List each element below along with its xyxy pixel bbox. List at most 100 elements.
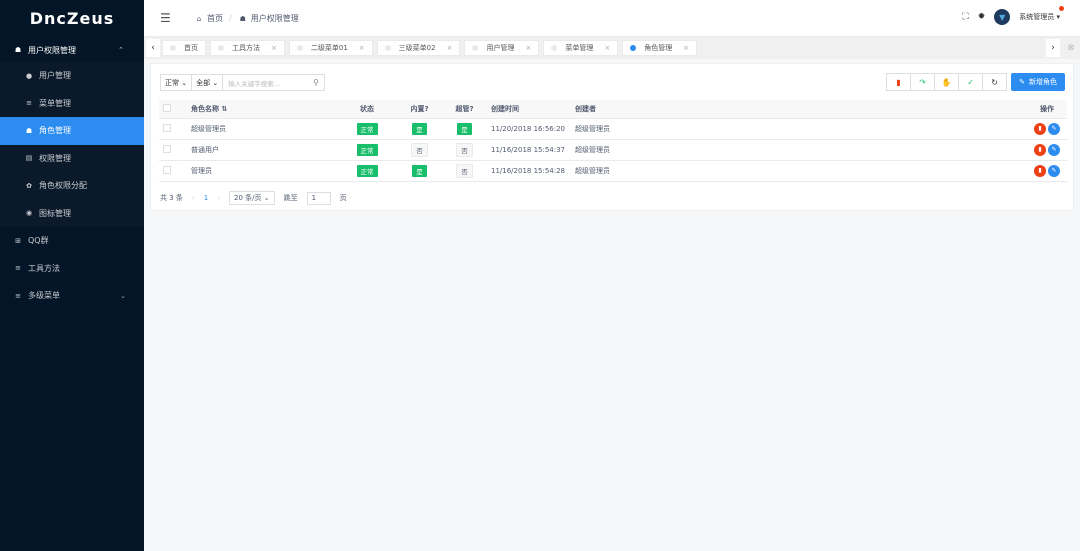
sidebar-item-multilevel[interactable]: ≡ 多级菜单 ⌄ <box>0 282 144 310</box>
breadcrumb-home[interactable]: 首页 <box>207 13 223 24</box>
sidebar-item-user-manage[interactable]: ● 用户管理 <box>0 62 144 90</box>
close-icon[interactable]: × <box>525 44 531 52</box>
tabs-prev-button[interactable]: ‹ <box>146 39 160 57</box>
tab-label: 用户管理 <box>486 44 515 52</box>
tab-role-manage[interactable]: 角色管理 × <box>622 40 698 56</box>
trash-icon: ▮ <box>896 77 901 87</box>
notification-dot <box>1059 6 1064 11</box>
status-badge: 正常 <box>356 164 378 177</box>
col-name[interactable]: 角色名称 ⇅ <box>187 100 337 119</box>
close-icon[interactable]: × <box>604 44 610 52</box>
row-delete-icon[interactable]: ▮ <box>1034 122 1046 135</box>
cell-created: 11/16/2018 15:54:37 <box>487 139 571 161</box>
select-all-checkbox[interactable] <box>163 103 171 112</box>
tab-level2-01[interactable]: 二级菜单01 × <box>288 40 373 56</box>
col-status: 状态 <box>337 100 397 119</box>
col-ops: 操作 <box>1027 100 1067 119</box>
sidebar: DncZeus ☗ 用户权限管理 ⌃ ● 用户管理 ≡ 菜单管理 ☗ 角色管理 … <box>0 0 144 551</box>
row-edit-icon[interactable]: ✎ <box>1048 164 1060 177</box>
row-edit-icon[interactable]: ✎ <box>1048 122 1060 135</box>
menu-group-user-permission[interactable]: ☗ 用户权限管理 ⌃ <box>0 38 144 62</box>
table-row: 管理员 正常 是 否 11/16/2018 15:54:28 超级管理员 ▮ ✎ <box>159 160 1067 182</box>
cell-ops: ▮ ✎ <box>1027 160 1067 182</box>
cell-name: 超级管理员 <box>187 118 337 140</box>
next-page-button[interactable]: › <box>217 194 220 202</box>
row-delete-icon[interactable]: ▮ <box>1034 143 1046 156</box>
close-icon[interactable]: × <box>271 44 277 52</box>
row-select-cell <box>159 118 187 140</box>
close-icon[interactable]: × <box>359 44 365 52</box>
delete-button[interactable]: ▮ <box>886 73 912 91</box>
select-all-cell <box>159 100 187 119</box>
row-checkbox[interactable] <box>163 144 171 153</box>
edit-icon: ✎ <box>1019 78 1025 86</box>
enable-button[interactable]: ✓ <box>958 73 984 91</box>
search-input[interactable]: 输入关键字搜索... ⚲ <box>223 75 324 90</box>
refresh-icon: ↻ <box>991 77 998 87</box>
tab-menu-manage[interactable]: 菜单管理 × <box>543 40 619 56</box>
tab-label: 工具方法 <box>232 44 260 52</box>
sidebar-item-label: 图标管理 <box>39 208 71 218</box>
search-placeholder: 输入关键字搜索... <box>228 79 280 88</box>
super-badge: 否 <box>456 142 473 157</box>
status-select[interactable]: 正常 ⌄ <box>161 75 193 90</box>
pagination: 共 3 条 ‹ 1 › 20 条/页 ⌄ 跳至 1 页 <box>160 191 347 205</box>
sidebar-item-qq-group[interactable]: ⊞ QQ群 <box>0 227 144 255</box>
restore-button[interactable]: ↷ <box>910 73 936 91</box>
sidebar-item-label: 多级菜单 <box>28 291 60 301</box>
user-menu[interactable]: 系统管理员 ▾ <box>1019 6 1064 22</box>
tab-dot <box>170 45 176 51</box>
cell-builtin: 否 <box>397 139 442 161</box>
main-card: 正常 ⌄ 全部 ⌄ 输入关键字搜索... ⚲ ▮ ↷ ✋ ✓ ↻ ✎ 新增角色 … <box>150 63 1074 211</box>
page-1-button[interactable]: 1 <box>204 194 208 202</box>
sidebar-item-menu-manage[interactable]: ≡ 菜单管理 <box>0 90 144 118</box>
total-count: 共 3 条 <box>160 194 183 202</box>
row-edit-icon[interactable]: ✎ <box>1048 143 1060 156</box>
sidebar-item-permission-manage[interactable]: ▤ 权限管理 <box>0 145 144 173</box>
col-creator: 创建者 <box>571 100 1027 119</box>
row-checkbox[interactable] <box>163 165 171 174</box>
prev-page-button[interactable]: ‹ <box>192 194 195 202</box>
cell-status: 正常 <box>337 118 397 140</box>
avatar[interactable]: ▼ <box>994 9 1011 25</box>
close-icon[interactable]: × <box>447 44 453 52</box>
tab-level3-02[interactable]: 三级菜单02 × <box>376 40 461 56</box>
disable-button[interactable]: ✋ <box>934 73 960 91</box>
cell-super: 是 <box>442 118 487 140</box>
row-checkbox[interactable] <box>163 123 171 132</box>
cell-name: 管理员 <box>187 160 337 182</box>
tab-dot <box>218 45 224 51</box>
sidebar-item-role-permission[interactable]: ✿ 角色权限分配 <box>0 172 144 200</box>
add-role-button[interactable]: ✎ 新增角色 <box>1011 73 1065 91</box>
tab-home[interactable]: 首页 <box>162 40 206 56</box>
sidebar-item-role-manage[interactable]: ☗ 角色管理 <box>0 117 144 145</box>
search-icon[interactable]: ⚲ <box>313 78 319 87</box>
table-header-row: 角色名称 ⇅ 状态 内置? 超管? 创建时间 创建者 操作 <box>159 100 1067 119</box>
bug-icon[interactable]: ✹ <box>978 12 986 22</box>
gear-icon: ✿ <box>26 181 32 190</box>
hand-icon: ✋ <box>941 77 952 87</box>
menu-icon: ≡ <box>26 99 32 108</box>
tabs-close-all-icon[interactable]: ⊗ <box>1064 39 1078 57</box>
tabs-next-button[interactable]: › <box>1046 39 1060 57</box>
sidebar-item-tools[interactable]: ≡ 工具方法 <box>0 255 144 283</box>
refresh-button[interactable]: ↻ <box>982 73 1008 91</box>
tab-tools[interactable]: 工具方法 × <box>210 40 285 56</box>
table-row: 普通用户 正常 否 否 11/16/2018 15:54:37 超级管理员 ▮ … <box>159 139 1067 161</box>
role-icon: ☗ <box>25 126 33 135</box>
page-size-select[interactable]: 20 条/页 ⌄ <box>229 191 275 205</box>
jump-input[interactable]: 1 <box>306 191 331 205</box>
tab-dot <box>296 45 303 51</box>
grid-icon: ⊞ <box>15 236 21 245</box>
fullscreen-icon[interactable]: ⛶ <box>962 12 968 22</box>
scope-select[interactable]: 全部 ⌄ <box>192 75 224 90</box>
tab-dot <box>630 45 637 51</box>
sidebar-item-icon-manage[interactable]: ◉ 图标管理 <box>0 200 144 228</box>
tab-user-manage[interactable]: 用户管理 × <box>464 40 540 56</box>
row-delete-icon[interactable]: ▮ <box>1034 164 1046 177</box>
close-icon[interactable]: × <box>683 44 689 52</box>
tab-dot <box>551 45 558 51</box>
hamburger-icon[interactable]: ☰ <box>160 11 171 25</box>
breadcrumb-current: 用户权限管理 <box>250 14 299 23</box>
sidebar-item-label: 角色权限分配 <box>39 181 87 191</box>
